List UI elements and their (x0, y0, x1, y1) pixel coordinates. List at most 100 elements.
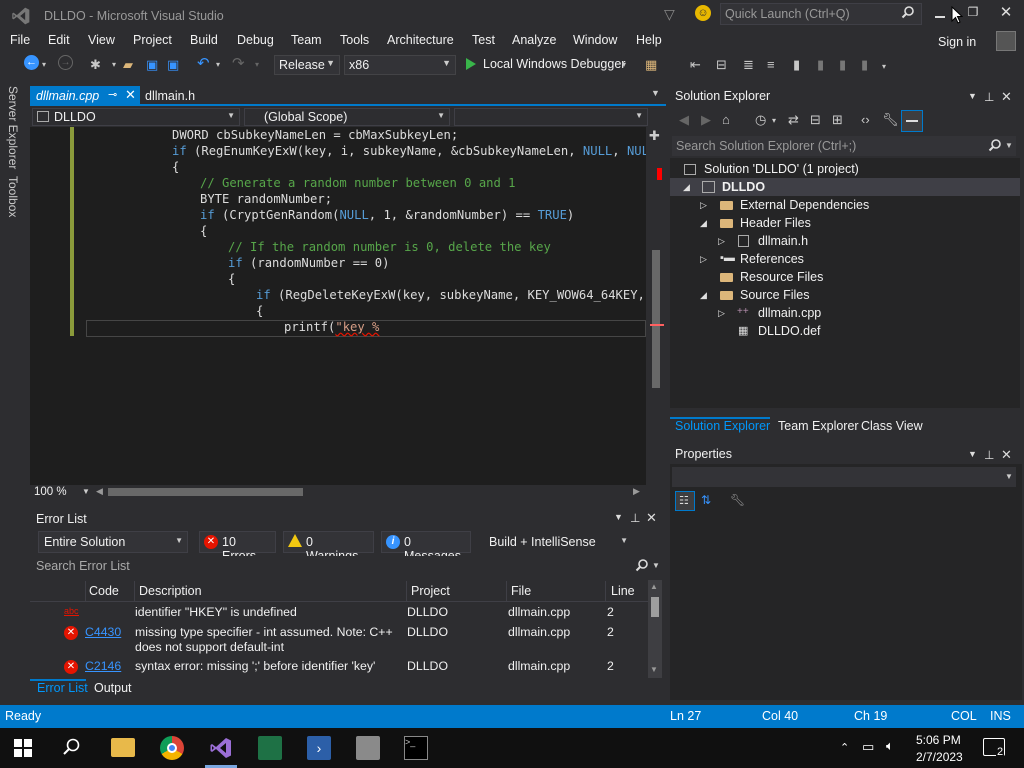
redo-dropdown-icon[interactable]: ▾ (255, 60, 259, 69)
new-project-dropdown-icon[interactable]: ▾ (112, 60, 116, 69)
next-bookmark-icon[interactable]: ▮ (839, 57, 846, 73)
expanded-arrow-icon[interactable]: ◢ (700, 290, 707, 301)
collapsed-arrow-icon[interactable]: ▷ (718, 236, 725, 247)
member-dropdown[interactable]: ▼ (454, 108, 648, 126)
start-debugging-play-icon[interactable] (466, 58, 476, 70)
start-debugging-button[interactable]: Local Windows Debugger (483, 57, 625, 71)
navigate-back-icon[interactable]: ← (24, 55, 39, 70)
error-marker[interactable] (657, 168, 662, 180)
restore-button[interactable]: ❐ (963, 5, 983, 23)
network-icon[interactable]: ▭ (862, 739, 874, 755)
tab-dllmain-h[interactable]: dllmain.h (145, 89, 195, 103)
properties-wrench-icon[interactable]: 🔧︎ (882, 112, 899, 128)
scope-dropdown[interactable]: (Global Scope) ▼ (244, 108, 450, 126)
menu-edit[interactable]: Edit (48, 33, 70, 47)
visual-studio-taskbar-icon[interactable] (209, 736, 233, 760)
warnings-filter-button[interactable]: 0 Warnings (283, 531, 374, 563)
account-avatar-icon[interactable] (996, 31, 1016, 51)
tree-item-solution[interactable]: Solution 'DLLDO' (1 project) (670, 160, 1020, 178)
collapsed-arrow-icon[interactable]: ▷ (700, 254, 707, 265)
view-code-icon[interactable]: ‹› (861, 112, 870, 127)
menu-build[interactable]: Build (190, 33, 218, 47)
powershell-icon[interactable]: › (307, 736, 331, 760)
history-icon[interactable]: ◷ (755, 112, 766, 128)
toolbox-tab[interactable]: Toolbox (6, 176, 20, 217)
search-options-dropdown-icon[interactable]: ▼ (1005, 141, 1013, 150)
minimize-button[interactable] (930, 5, 950, 23)
comment-lines-icon[interactable]: ≣ (743, 57, 754, 73)
volume-icon[interactable]: 🔈︎ (886, 738, 894, 754)
tree-item-dlldo-def[interactable]: ▦ DLLDO.def (670, 322, 1020, 340)
editor-scroll-thumb[interactable] (652, 250, 660, 388)
tree-item-resource-files[interactable]: Resource Files (670, 268, 1020, 286)
properties-object-select[interactable] (672, 467, 1016, 487)
close-window-button[interactable]: ✕ (996, 3, 1016, 23)
column-header-file[interactable]: File (511, 584, 531, 598)
undo-icon[interactable]: ↶ (197, 54, 210, 72)
tab-output[interactable]: Output (94, 681, 132, 695)
split-window-icon[interactable]: ✚ (649, 128, 660, 144)
show-hidden-icons-icon[interactable]: ⌃ (840, 741, 849, 754)
back-icon[interactable]: ◀ (679, 112, 689, 128)
error-code-link[interactable]: C4430 (85, 625, 121, 640)
column-header-code[interactable]: Code (89, 584, 119, 598)
redo-icon[interactable]: ↷ (232, 54, 245, 72)
error-code-link[interactable]: C2146 (85, 659, 121, 674)
toolbar-options-icon[interactable]: ▾ (882, 62, 886, 71)
tab-class-view[interactable]: Class View (861, 419, 923, 433)
menu-tools[interactable]: Tools (340, 33, 369, 47)
search-icon[interactable] (62, 737, 86, 761)
menu-view[interactable]: View (88, 33, 115, 47)
editor-hscroll-thumb[interactable] (108, 488, 303, 496)
property-pages-wrench-icon[interactable]: 🔧︎ (730, 493, 745, 507)
column-header-project[interactable]: Project (411, 584, 450, 598)
prev-bookmark-icon[interactable]: ▮ (817, 57, 824, 73)
file-explorer-icon[interactable] (111, 738, 135, 757)
pin-panel-icon[interactable]: ⊥ (630, 511, 640, 525)
clock-time[interactable]: 5:06 PM (916, 733, 961, 747)
menu-test[interactable]: Test (472, 33, 495, 47)
menu-architecture[interactable]: Architecture (387, 33, 454, 47)
menu-project[interactable]: Project (133, 33, 172, 47)
pin-panel-icon[interactable]: ⊥ (984, 448, 994, 462)
sign-in-link[interactable]: Sign in (938, 35, 976, 49)
menu-window[interactable]: Window (573, 33, 617, 47)
window-position-dropdown-icon[interactable]: ▼ (614, 512, 623, 522)
error-scope-select[interactable]: Entire Solution ▼ (38, 531, 188, 553)
bookmark-icon[interactable]: ▮ (793, 57, 800, 73)
close-panel-icon[interactable]: ✕ (1001, 447, 1012, 463)
messages-filter-button[interactable]: i 0 Messages (381, 531, 471, 563)
save-all-icon[interactable]: ▣ (167, 57, 179, 73)
new-project-icon[interactable]: ✱ (90, 57, 101, 73)
project-dropdown[interactable]: DLLDO ▼ (32, 108, 240, 126)
menu-file[interactable]: File (10, 33, 30, 47)
platform-select[interactable]: x86 ▼ (344, 55, 456, 75)
column-header-line[interactable]: Line (611, 584, 635, 598)
tree-item-references[interactable]: ▷ ▪▬ References (670, 250, 1020, 268)
tab-team-explorer[interactable]: Team Explorer (778, 419, 859, 433)
tabs-dropdown-icon[interactable]: ▼ (651, 88, 660, 98)
search-icon[interactable] (635, 558, 649, 575)
menu-team[interactable]: Team (291, 33, 322, 47)
close-tab-icon[interactable]: ✕ (125, 87, 136, 103)
search-icon[interactable] (988, 138, 1002, 155)
close-panel-icon[interactable]: ✕ (646, 510, 657, 526)
app-window-icon[interactable] (356, 736, 380, 760)
show-all-files-icon[interactable]: ⊞ (832, 112, 843, 128)
chrome-icon[interactable] (160, 736, 184, 760)
chevron-down-icon[interactable]: ▼ (1005, 472, 1013, 481)
open-file-icon[interactable]: ▰ (123, 57, 133, 73)
collapse-all-icon[interactable]: ⊟ (810, 112, 821, 128)
window-position-dropdown-icon[interactable]: ▼ (968, 449, 977, 459)
forward-icon[interactable]: ▶ (701, 112, 711, 128)
step-icon[interactable]: ⇤ (690, 57, 701, 73)
tree-item-project[interactable]: ◢ DLLDO (670, 178, 1020, 196)
tree-item-external-dependencies[interactable]: ▷ External Dependencies (670, 196, 1020, 214)
clock-date[interactable]: 2/7/2023 (916, 750, 963, 764)
errors-filter-button[interactable]: ✕ 10 Errors (199, 531, 276, 563)
scroll-right-icon[interactable]: ▶ (633, 486, 640, 497)
menu-debug[interactable]: Debug (237, 33, 274, 47)
home-icon[interactable]: ⌂ (722, 112, 730, 127)
debugger-dropdown-icon[interactable]: ▾ (622, 60, 626, 69)
save-icon[interactable]: ▣ (146, 57, 158, 73)
